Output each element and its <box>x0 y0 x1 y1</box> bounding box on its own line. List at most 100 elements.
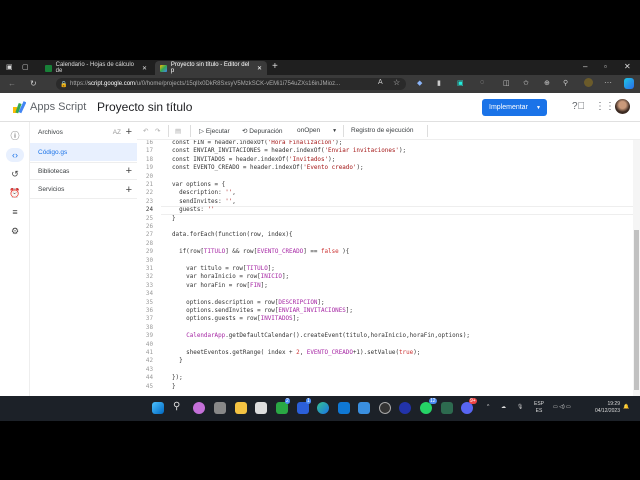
code-line[interactable]: 25} <box>137 215 633 223</box>
code-line[interactable]: 23 sendInvites: '', <box>137 198 633 206</box>
apps-grid-icon[interactable]: ⋮⋮ <box>595 101 615 112</box>
tab-actions-icon[interactable]: ▢ <box>22 63 29 71</box>
start-icon[interactable] <box>152 402 164 414</box>
code-line[interactable]: 29 if(row[TITULO] && row[EVENTO_CREADO] … <box>137 248 633 256</box>
favorites-icon[interactable]: ✩ <box>523 79 529 87</box>
code-line[interactable]: 36 options.sendInvites = row[ENVIAR_INVI… <box>137 307 633 315</box>
more-icon[interactable]: ··· <box>604 78 612 87</box>
clock[interactable]: 19:29 04/12/2023 <box>595 401 620 415</box>
extension-icon[interactable]: ▣ <box>457 79 464 87</box>
close-tab-icon[interactable]: ✕ <box>257 65 262 72</box>
new-tab-icon[interactable]: + <box>272 61 278 72</box>
close-window-icon[interactable]: ✕ <box>624 62 631 71</box>
triggers-alarm-icon[interactable]: ⏰ <box>6 186 24 200</box>
code-line[interactable]: 44}); <box>137 374 633 382</box>
search-icon[interactable]: ⚲ <box>173 401 180 412</box>
network-volume-battery-icons[interactable]: ▭ ◁) ▭ <box>553 404 571 410</box>
services-section[interactable]: Servicios + <box>30 181 137 199</box>
language-indicator[interactable]: ESP ES <box>534 401 544 415</box>
add-library-icon[interactable]: + <box>126 165 132 177</box>
run-button[interactable]: ▷ Ejecutar <box>199 127 230 135</box>
code-line[interactable]: 45} <box>137 383 633 391</box>
code-line[interactable]: 40 <box>137 341 633 349</box>
copilot-icon[interactable] <box>624 78 634 89</box>
help-icon[interactable]: ?⃝ <box>572 101 585 112</box>
redo-icon[interactable]: ↷ <box>155 127 160 135</box>
scrollbar-thumb[interactable] <box>634 230 639 390</box>
split-screen-icon[interactable]: ◫ <box>503 79 510 87</box>
executions-icon[interactable]: ≡ <box>6 205 24 219</box>
store-icon[interactable] <box>255 402 267 414</box>
sort-az-icon[interactable]: AZ <box>113 129 121 136</box>
code-line[interactable]: 43 <box>137 366 633 374</box>
save-icon[interactable]: ▤ <box>175 127 181 135</box>
function-select[interactable]: onOpen ▼ <box>297 127 337 134</box>
collections-icon[interactable]: ⊕ <box>544 79 550 87</box>
code-line[interactable]: 38 <box>137 324 633 332</box>
edge-icon[interactable] <box>317 402 329 414</box>
file-item-codigo[interactable]: Código.gs <box>30 143 137 161</box>
code-line[interactable]: 30 <box>137 257 633 265</box>
back-icon[interactable]: ← <box>8 79 16 88</box>
debug-button[interactable]: ⟲ Depuración <box>242 127 283 135</box>
obs-icon[interactable] <box>379 402 391 414</box>
libraries-section[interactable]: Bibliotecas + <box>30 162 137 180</box>
project-title[interactable]: Proyecto sin título <box>97 100 192 114</box>
history-icon[interactable]: ↺ <box>6 167 24 181</box>
extension-icon[interactable]: ◆ <box>417 79 422 87</box>
add-service-icon[interactable]: + <box>126 184 132 196</box>
task-view-icon[interactable] <box>214 402 226 414</box>
microphone-icon[interactable]: 🎙 <box>517 404 523 410</box>
app-icon[interactable] <box>399 402 411 414</box>
cloud-icon[interactable]: ☁ <box>501 404 506 410</box>
mail-icon[interactable] <box>358 402 370 414</box>
code-editor[interactable]: 16 const FIN = header.indexOf('Hora Final… <box>137 140 633 396</box>
execution-log-button[interactable]: Registro de ejecución <box>351 127 414 134</box>
avatar[interactable] <box>615 99 630 114</box>
favorite-star-icon[interactable]: ☆ <box>393 78 400 87</box>
code-line[interactable]: 34 <box>137 290 633 298</box>
code-line[interactable]: 16 const FIN = header.indexOf('Hora Final… <box>137 140 633 147</box>
code-line[interactable]: 18 const INVITADOS = header.indexOf('Invi… <box>137 156 633 164</box>
extension-icon[interactable]: ▮ <box>437 79 441 87</box>
code-line[interactable]: 21 var options = { <box>137 181 633 189</box>
tab-calendario[interactable]: Calendario - Hojas de cálculo de ✕ <box>40 61 152 75</box>
code-line[interactable]: 28 <box>137 240 633 248</box>
editor-code-icon[interactable]: ‹› <box>6 148 24 162</box>
settings-gear-icon[interactable]: ⚙ <box>6 224 24 238</box>
reload-icon[interactable]: ↻ <box>30 79 37 88</box>
tab-proyecto[interactable]: Proyecto sin título - Editor del p ✕ <box>155 61 267 75</box>
code-line[interactable]: 22 description: '', <box>137 189 633 197</box>
read-aloud-icon[interactable]: A <box>378 79 383 86</box>
undo-icon[interactable]: ↶ <box>143 127 148 135</box>
deploy-button[interactable]: Implementar ▼ <box>482 99 547 116</box>
profile-avatar[interactable] <box>584 78 593 87</box>
code-line[interactable]: 26 <box>137 223 633 231</box>
extension-icon[interactable]: ◌ <box>480 79 484 86</box>
code-line[interactable]: 32 var horaInicio = row[INICIO]; <box>137 273 633 281</box>
copilot-icon[interactable] <box>193 402 205 414</box>
outlook-icon[interactable] <box>338 402 350 414</box>
code-line[interactable]: 31 var titulo = row[TITULO]; <box>137 265 633 273</box>
code-line[interactable]: 20 <box>137 173 633 181</box>
restore-icon[interactable]: ▫ <box>604 62 607 71</box>
code-line[interactable]: 24 guests: '' <box>137 206 633 214</box>
overview-info-icon[interactable]: ⓘ <box>6 129 24 143</box>
code-line[interactable]: 39 CalendarApp.getDefaultCalendar().crea… <box>137 332 633 340</box>
add-file-icon[interactable]: + <box>126 126 132 138</box>
workspaces-icon[interactable]: ▣ <box>6 63 13 71</box>
davinci-icon[interactable] <box>441 402 453 414</box>
code-line[interactable]: 42 } <box>137 357 633 365</box>
notification-bell-icon[interactable]: 🔔 <box>623 404 629 410</box>
code-line[interactable]: 35 options.description = row[DESCRIPCION… <box>137 299 633 307</box>
extensions-icon[interactable]: ⚲ <box>563 79 568 87</box>
file-explorer-icon[interactable] <box>235 402 247 414</box>
close-tab-icon[interactable]: ✕ <box>142 65 147 72</box>
url-input[interactable]: 🔒 https://script.google.com/u/0/home/pro… <box>56 78 406 90</box>
code-line[interactable]: 27 data.forEach(function(row, index){ <box>137 231 633 239</box>
editor-scrollbar[interactable] <box>633 140 640 396</box>
code-line[interactable]: 41 sheetEventos.getRange( index + 2, EVE… <box>137 349 633 357</box>
code-line[interactable]: 19 const EVENTO_CREADO = header.indexOf('… <box>137 164 633 172</box>
minimize-icon[interactable]: – <box>583 62 587 71</box>
code-line[interactable]: 33 var horaFin = row[FIN]; <box>137 282 633 290</box>
